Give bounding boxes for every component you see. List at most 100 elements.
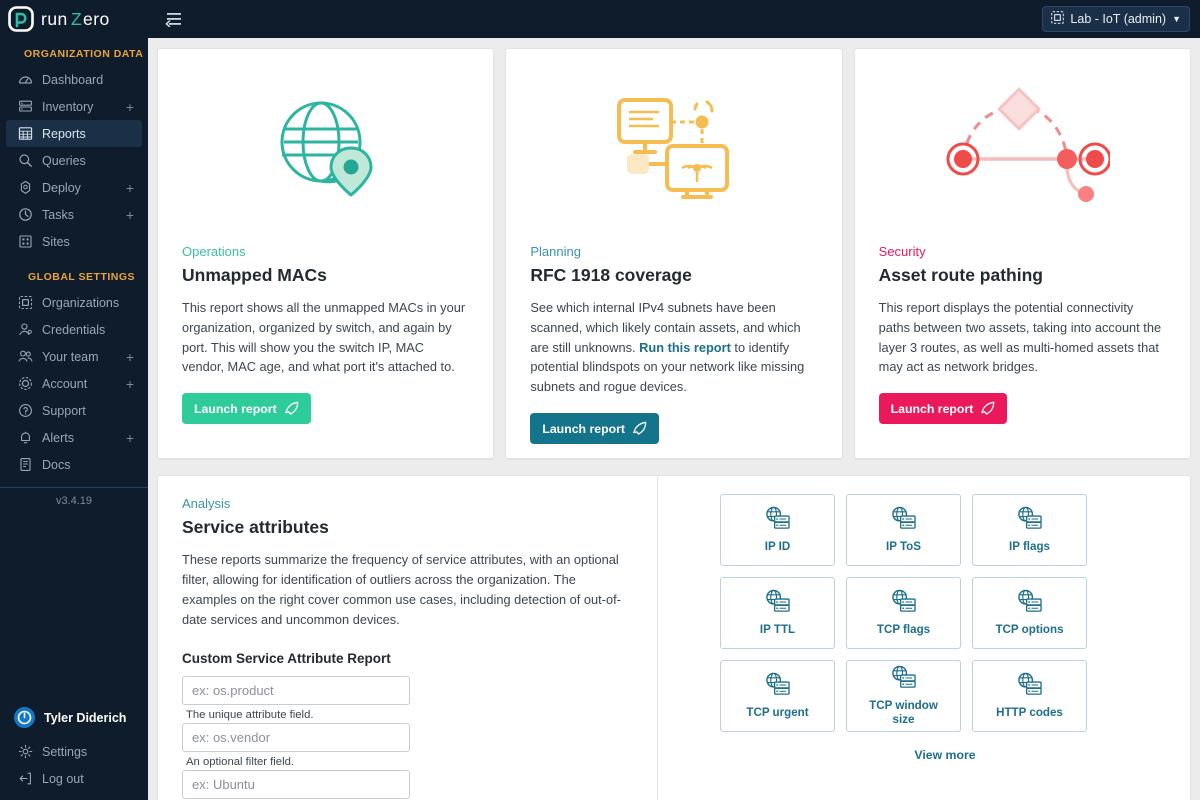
expand-deploy-icon[interactable]: + (126, 181, 134, 195)
report-card-title: Asset route pathing (878, 265, 1043, 285)
sidebar-item-label: Organizations (42, 295, 120, 310)
deploy-icon (18, 180, 33, 195)
report-cards-row: Operations Unmapped MACs This report sho… (148, 38, 1200, 460)
sidebar-item-alerts[interactable]: Alerts + (6, 424, 142, 451)
launch-report-label: Launch report (890, 401, 974, 416)
attribute-tile-label: IP ID (764, 539, 791, 553)
bell-icon (18, 430, 33, 445)
attribute-tile-tcp-window-size[interactable]: TCP window size (846, 660, 961, 733)
sidebar-item-credentials[interactable]: Credentials (6, 316, 142, 343)
globe-server-icon (764, 672, 791, 702)
attribute-tile-ip-id[interactable]: IP ID (720, 494, 835, 567)
attribute-tile-label: IP flags (1008, 539, 1051, 553)
svg-text:Z: Z (71, 9, 82, 29)
sidebar-item-label: Account (42, 376, 88, 391)
rocket-icon (284, 401, 299, 416)
attribute-tile-label: IP TTL (759, 622, 796, 636)
filter-value-group: An optional filter value. (182, 770, 410, 800)
reports-icon (18, 126, 33, 141)
attribute-tile-label: TCP window size (869, 698, 938, 727)
service-attributes-panel: Analysis Service attributes These report… (157, 475, 1191, 800)
user-profile[interactable]: Tyler Diderich (0, 701, 148, 738)
report-card-category: Planning (530, 244, 581, 259)
attribute-tile-tcp-flags[interactable]: TCP flags (846, 577, 961, 650)
sites-icon (18, 234, 33, 249)
sidebar-section-label-organization-data: ORGANIZATION DATA (24, 48, 144, 60)
launch-report-button-asset-route-pathing[interactable]: Launch report (878, 393, 1008, 425)
report-card-category: Operations (182, 244, 246, 259)
brand-logo[interactable]: run Z ero (0, 6, 153, 32)
sidebar-item-settings[interactable]: Settings (6, 738, 142, 765)
attribute-field-group: The unique attribute field. (182, 676, 410, 721)
filter-value-input[interactable] (182, 770, 410, 800)
sidebar-item-dashboard[interactable]: Dashboard (6, 66, 142, 93)
sidebar-item-label: Queries (42, 153, 86, 168)
sidebar-item-inventory[interactable]: Inventory + (6, 93, 142, 120)
sidebar-item-label: Dashboard (42, 72, 104, 87)
user-avatar-icon (14, 707, 35, 728)
docs-icon (18, 457, 33, 472)
attribute-input[interactable] (182, 676, 410, 706)
sidebar-item-tasks[interactable]: Tasks + (6, 201, 142, 228)
globe-server-icon (890, 665, 917, 695)
sidebar-item-label: Alerts (42, 430, 74, 445)
filter-field-group: An optional filter field. (182, 723, 410, 768)
expand-tasks-icon[interactable]: + (126, 208, 134, 222)
app-root: run Z ero Lab - IoT (admin) ▼ ORGANIZATI… (0, 0, 1200, 800)
chevron-down-icon: ▼ (1172, 13, 1181, 24)
sidebar-item-reports[interactable]: Reports (6, 120, 142, 147)
attribute-tile-tcp-options[interactable]: TCP options (972, 577, 1087, 650)
attribute-tile-label: TCP flags (876, 622, 931, 636)
sidebar-item-your-team[interactable]: Your team + (6, 343, 142, 370)
launch-report-button-unmapped-macs[interactable]: Launch report (182, 393, 311, 425)
team-icon (18, 349, 33, 364)
report-card-description: See which internal IPv4 subnets have bee… (530, 298, 817, 397)
sidebar-item-label: Your team (42, 349, 99, 364)
support-icon (18, 403, 33, 418)
sidebar-item-docs[interactable]: Docs (6, 451, 142, 478)
attribute-tile-ip-tos[interactable]: IP ToS (846, 494, 961, 567)
top-bar: run Z ero Lab - IoT (admin) ▼ (0, 0, 1200, 38)
svg-text:run: run (41, 9, 68, 29)
sidebar-item-label: Deploy (42, 180, 81, 195)
view-more-link[interactable]: View more (720, 748, 1170, 762)
sidebar-item-account[interactable]: Account + (6, 370, 142, 397)
globe-server-icon (764, 589, 791, 619)
analysis-title: Service attributes (182, 517, 329, 538)
monitors-network-illustration (506, 49, 841, 244)
filter-field-hint: An optional filter field. (186, 756, 295, 769)
sidebar-item-label: Sites (42, 234, 70, 249)
globe-server-icon (1016, 589, 1043, 619)
sidebar-item-logout[interactable]: Log out (6, 765, 142, 792)
report-card-body: Planning RFC 1918 coverage See which int… (506, 244, 841, 445)
sidebar-section-label-global-settings: GLOBAL SETTINGS (28, 271, 136, 283)
queries-icon (18, 153, 33, 168)
sidebar-item-label: Inventory (42, 99, 94, 114)
sidebar-item-deploy[interactable]: Deploy + (6, 174, 142, 201)
attribute-tile-ip-ttl[interactable]: IP TTL (720, 577, 835, 650)
expand-your-team-icon[interactable]: + (126, 350, 134, 364)
run-this-report-link[interactable]: Run this report (639, 340, 731, 355)
service-attributes-left: Analysis Service attributes These report… (158, 476, 658, 800)
launch-report-label: Launch report (194, 401, 277, 416)
sidebar-item-support[interactable]: Support (6, 397, 142, 424)
report-card-asset-route-pathing: Security Asset route pathing This report… (853, 48, 1191, 460)
gear-icon (18, 744, 33, 759)
organization-selector[interactable]: Lab - IoT (admin) ▼ (1042, 6, 1190, 32)
rocket-icon (632, 421, 647, 436)
sidebar-item-sites[interactable]: Sites (6, 228, 142, 255)
attribute-tile-http-codes[interactable]: HTTP codes (972, 660, 1087, 733)
filter-field-input[interactable] (182, 723, 410, 753)
expand-inventory-icon[interactable]: + (126, 100, 134, 114)
sidebar-item-label: Support (42, 403, 86, 418)
attribute-tile-tcp-urgent[interactable]: TCP urgent (720, 660, 835, 733)
sidebar-item-queries[interactable]: Queries (6, 147, 142, 174)
sidebar-item-label: Docs (42, 457, 71, 472)
collapse-menu-icon[interactable] (163, 8, 185, 30)
sidebar-item-organizations[interactable]: Organizations (6, 289, 142, 316)
expand-account-icon[interactable]: + (126, 377, 134, 391)
expand-alerts-icon[interactable]: + (126, 431, 134, 445)
attribute-tile-ip-flags[interactable]: IP flags (972, 494, 1087, 567)
report-card-body: Security Asset route pathing This report… (855, 244, 1190, 425)
launch-report-button-rfc-1918[interactable]: Launch report (530, 413, 659, 445)
